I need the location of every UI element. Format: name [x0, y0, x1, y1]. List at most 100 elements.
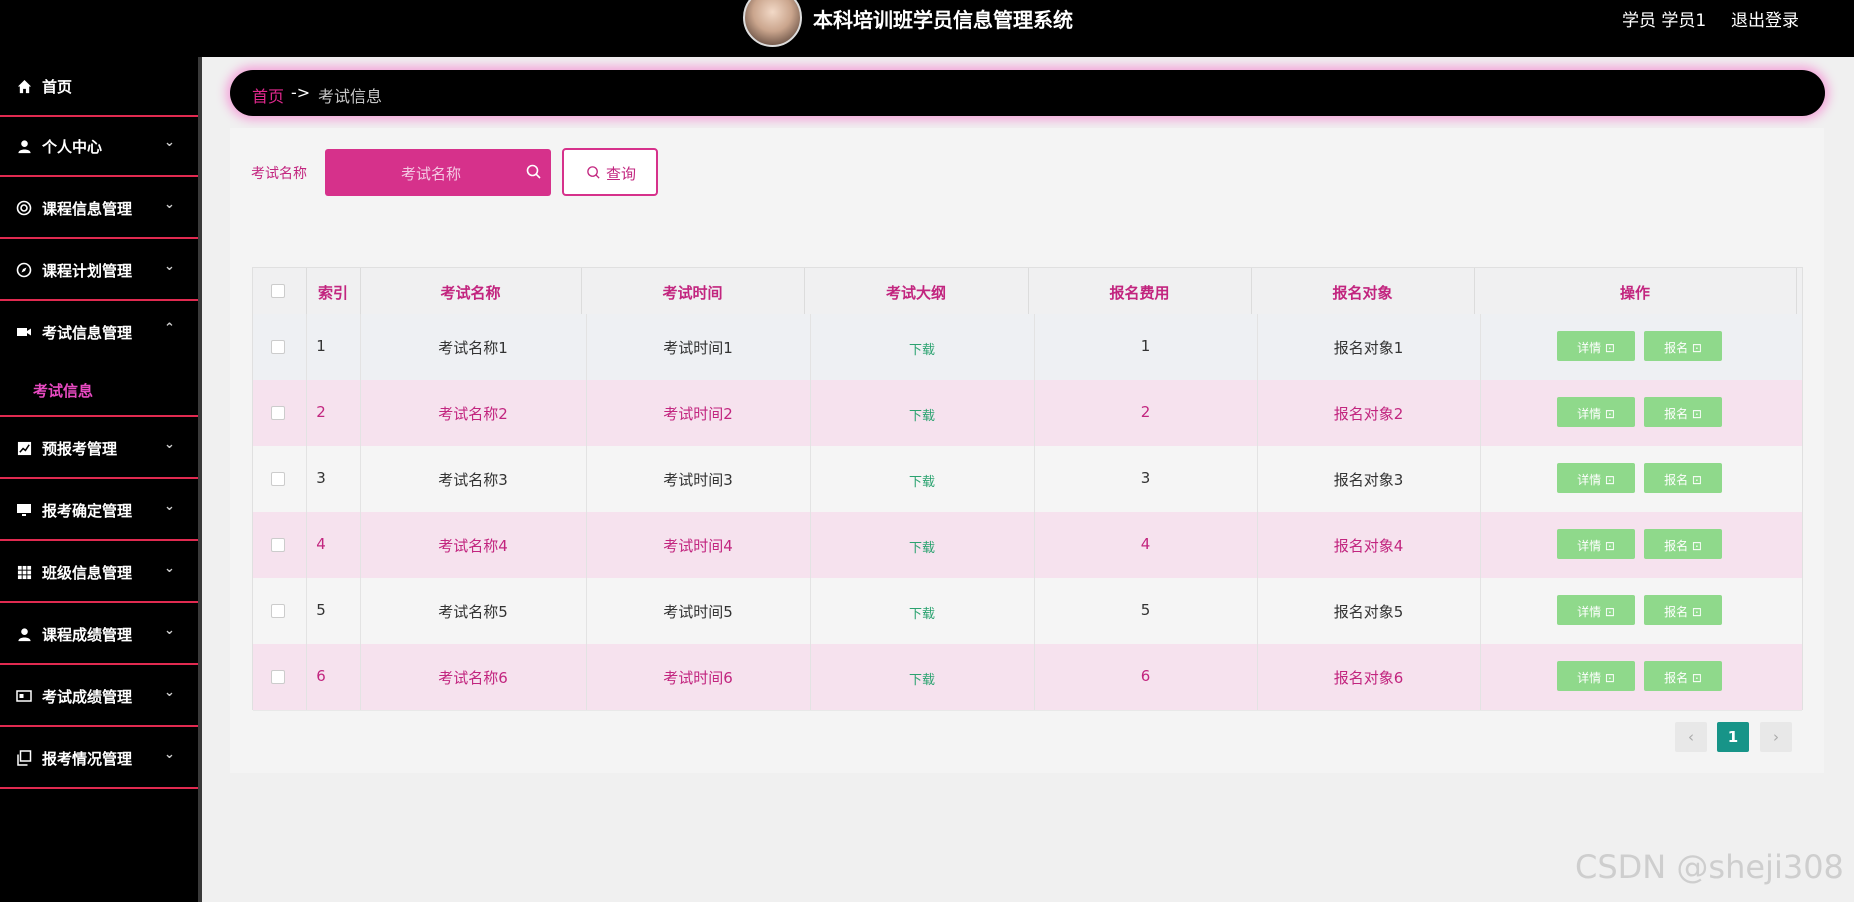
cell-fee: 5: [1140, 601, 1151, 619]
sidebar-item-course-grades[interactable]: 课程成绩管理 ⌄: [0, 605, 198, 665]
query-button-label: 查询: [606, 165, 637, 183]
sidebar-item-registration-status[interactable]: 报考情况管理 ⌄: [0, 729, 198, 789]
cell-exam-name: 考试名称6: [438, 669, 508, 687]
detail-button-label: 详情 ⊡: [1577, 473, 1615, 487]
detail-button[interactable]: 详情 ⊡: [1557, 463, 1635, 493]
sidebar-item-course-info[interactable]: 课程信息管理 ⌄: [0, 179, 198, 239]
signup-button-label: 报名 ⊡: [1664, 605, 1702, 619]
signup-button[interactable]: 报名 ⊡: [1644, 595, 1722, 625]
search-placeholder: 考试名称: [400, 165, 461, 183]
breadcrumb-home-link[interactable]: 首页: [252, 83, 284, 107]
detail-button[interactable]: 详情 ⊡: [1557, 331, 1635, 361]
download-link[interactable]: 下载: [810, 537, 1034, 556]
cell-index: 5: [316, 601, 326, 619]
sidebar-item-pre-registration[interactable]: 预报考管理 ⌄: [0, 419, 198, 479]
download-link[interactable]: 下载: [810, 405, 1034, 424]
signup-button[interactable]: 报名 ⊡: [1644, 661, 1722, 691]
cell-index: 3: [316, 469, 326, 487]
signup-button[interactable]: 报名 ⊡: [1644, 331, 1722, 361]
sidebar-item-exam-info[interactable]: 考试信息管理 ⌃: [0, 303, 198, 363]
sidebar-item-exam-grades[interactable]: 考试成绩管理 ⌄: [0, 667, 198, 727]
top-bar: 本科培训班学员信息管理系统 学员 学员1 退出登录: [0, 0, 1854, 57]
signup-button[interactable]: 报名 ⊡: [1644, 463, 1722, 493]
cell-exam-time: 考试时间6: [663, 669, 733, 687]
sidebar-item-home[interactable]: 首页: [0, 57, 198, 117]
sidebar-item-class-info[interactable]: 班级信息管理 ⌄: [0, 543, 198, 603]
cell-fee: 3: [1140, 469, 1151, 487]
sidebar-item-registration-confirm[interactable]: 报考确定管理 ⌄: [0, 481, 198, 541]
copy-icon: [15, 749, 33, 767]
table-row: 4 考试名称4 考试时间4 下载 4 报名对象4 详情 ⊡ 报名 ⊡: [253, 512, 1802, 579]
cell-target: 报名对象6: [1333, 669, 1404, 687]
exam-table: 索引 考试名称 考试时间 考试大纲 报名费用 报名对象 操作 1 考试名称1 考…: [252, 267, 1803, 711]
cell-exam-name: 考试名称4: [438, 537, 508, 555]
cell-exam-time: 考试时间2: [663, 405, 733, 423]
sidebar-item-label: 课程计划管理: [42, 262, 133, 280]
cell-target: 报名对象5: [1333, 603, 1404, 621]
sidebar-item-label: 课程成绩管理: [42, 626, 133, 644]
row-checkbox[interactable]: [271, 604, 285, 618]
signup-button[interactable]: 报名 ⊡: [1644, 397, 1722, 427]
download-link[interactable]: 下载: [810, 603, 1034, 622]
chevron-up-icon: ⌃: [164, 321, 175, 336]
cell-index: 1: [316, 337, 326, 355]
detail-button[interactable]: 详情 ⊡: [1557, 661, 1635, 691]
detail-button-label: 详情 ⊡: [1577, 605, 1615, 619]
pagination-page-1[interactable]: 1: [1717, 722, 1749, 752]
sidebar-item-label: 课程信息管理: [42, 200, 133, 218]
chevron-down-icon: ⌄: [164, 259, 175, 274]
sidebar-item-course-plan[interactable]: 课程计划管理 ⌄: [0, 241, 198, 301]
chevron-down-icon: ⌄: [164, 623, 175, 638]
cell-fee: 1: [1140, 337, 1151, 355]
row-checkbox[interactable]: [271, 340, 285, 354]
row-checkbox[interactable]: [271, 472, 285, 486]
sidebar-item-label: 班级信息管理: [42, 564, 133, 582]
detail-button-label: 详情 ⊡: [1577, 341, 1615, 355]
cell-exam-name: 考试名称1: [438, 339, 508, 357]
table-row: 1 考试名称1 考试时间1 下载 1 报名对象1 详情 ⊡ 报名 ⊡: [253, 314, 1802, 381]
column-header: 报名费用: [1109, 284, 1170, 302]
signup-button-label: 报名 ⊡: [1664, 407, 1702, 421]
row-checkbox[interactable]: [271, 538, 285, 552]
signup-button[interactable]: 报名 ⊡: [1644, 529, 1722, 559]
table-row: 6 考试名称6 考试时间6 下载 6 报名对象6 详情 ⊡ 报名 ⊡: [253, 644, 1802, 711]
cell-exam-time: 考试时间3: [663, 471, 733, 489]
sidebar-item-label: 报考情况管理: [42, 750, 133, 768]
detail-button[interactable]: 详情 ⊡: [1557, 595, 1635, 625]
pagination-prev-button[interactable]: ‹: [1675, 722, 1707, 752]
sidebar-item-label: 预报考管理: [42, 440, 118, 458]
search-icon: [526, 164, 541, 179]
table-row: 3 考试名称3 考试时间3 下载 3 报名对象3 详情 ⊡ 报名 ⊡: [253, 446, 1802, 513]
download-link[interactable]: 下载: [810, 471, 1034, 490]
search-input[interactable]: 考试名称: [325, 149, 551, 196]
sidebar-item-personal-center[interactable]: 个人中心 ⌄: [0, 117, 198, 177]
column-header: 考试时间: [662, 284, 723, 302]
query-button[interactable]: 查询: [562, 148, 658, 196]
current-user: 学员 学员1: [1622, 11, 1707, 31]
sidebar-item-label: 报考确定管理: [42, 502, 133, 520]
sidebar: 首页 个人中心 ⌄ 课程信息管理 ⌄ 课程计划管理 ⌄ 考试信息管理 ⌃ 考试信…: [0, 57, 202, 902]
sidebar-subitem-exam-info[interactable]: 考试信息: [0, 363, 198, 417]
table-row: 5 考试名称5 考试时间5 下载 5 报名对象5 详情 ⊡ 报名 ⊡: [253, 578, 1802, 645]
logout-link[interactable]: 退出登录: [1731, 6, 1799, 31]
detail-button[interactable]: 详情 ⊡: [1557, 529, 1635, 559]
download-link[interactable]: 下载: [810, 669, 1034, 688]
sidebar-item-label: 考试信息管理: [42, 324, 133, 342]
search-label: 考试名称: [251, 166, 307, 182]
row-checkbox[interactable]: [271, 670, 285, 684]
detail-button[interactable]: 详情 ⊡: [1557, 397, 1635, 427]
table-header: 索引 考试名称 考试时间 考试大纲 报名费用 报名对象 操作: [253, 268, 1802, 315]
cell-fee: 4: [1140, 535, 1151, 553]
monitor-icon: [15, 501, 33, 519]
pagination-next-button[interactable]: ›: [1760, 722, 1792, 752]
select-all-checkbox[interactable]: [271, 284, 285, 298]
cell-fee: 2: [1140, 403, 1151, 421]
person-icon: [15, 625, 33, 643]
cell-index: 6: [316, 667, 326, 685]
row-checkbox[interactable]: [271, 406, 285, 420]
download-link[interactable]: 下载: [810, 339, 1034, 358]
detail-button-label: 详情 ⊡: [1577, 539, 1615, 553]
breadcrumb-current: 考试信息: [318, 87, 383, 106]
cell-exam-name: 考试名称5: [438, 603, 508, 621]
chevron-down-icon: ⌄: [164, 747, 175, 762]
